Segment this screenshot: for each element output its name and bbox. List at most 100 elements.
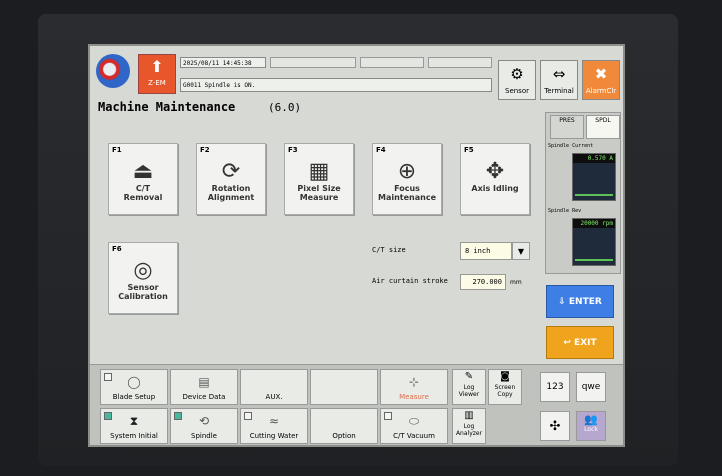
blade-setup-button[interactable]: ◯ Blade Setup [100, 369, 168, 405]
chevron-down-icon[interactable]: ▼ [512, 242, 530, 260]
system-initial-button[interactable]: ⧗ System Initial [100, 408, 168, 444]
cutting-water-label: Cutting Water [249, 432, 299, 440]
axis-idling-icon: ✥ [485, 159, 505, 184]
terminal-label: Terminal [544, 87, 574, 95]
status-indicator [384, 412, 392, 420]
f5-axis-idling-button[interactable]: F5 ✥ Axis Idling [460, 143, 530, 215]
f6-sensor-calibration-button[interactable]: F6 ◎ Sensor Calibration [108, 242, 178, 314]
fkey-label: Focus Maintenance [377, 184, 436, 202]
sensor-label: Sensor [505, 87, 529, 95]
fkey-label: C/T Removal [123, 184, 163, 202]
log-analyzer-button[interactable]: ▥ Log Analyzer [452, 408, 486, 444]
camera-icon: ◙ [500, 371, 510, 382]
air-curtain-unit: mm [510, 279, 522, 286]
fkey-code: F2 [200, 146, 210, 154]
arrow-down-icon: ⇩ [558, 297, 566, 307]
spindle-current-gauge: 0.570 A [572, 153, 616, 201]
tab-spdl[interactable]: SPDL [586, 115, 620, 139]
spindle-rev-label: Spindle Rev [548, 208, 582, 214]
air-curtain-stroke-input[interactable]: 270.000 [460, 274, 506, 290]
chart-icon: ▥ [464, 410, 474, 421]
status-message: G0011 Spindle is ON. [180, 78, 492, 92]
alarm-clear-button[interactable]: ✖ AlarmClr [582, 60, 620, 100]
log-viewer-icon: ✎ [464, 371, 474, 382]
exit-label: EXIT [574, 338, 597, 348]
return-icon: ↩ [563, 338, 571, 348]
zem-button[interactable]: ⬆ Z-EM [138, 54, 176, 94]
cutting-water-button[interactable]: ≈ Cutting Water [240, 408, 308, 444]
lock-button[interactable]: 👥 Lock [576, 411, 606, 441]
enter-label: ENTER [568, 297, 602, 307]
spindle-label: Spindle [191, 432, 217, 440]
device-data-label: Device Data [182, 393, 226, 401]
ct-size-select[interactable]: 8 inch [460, 242, 512, 260]
ct-vacuum-button[interactable]: ⬭ C/T Vacuum [380, 408, 448, 444]
f1-ct-removal-button[interactable]: F1 ⏏ C/T Removal [108, 143, 178, 215]
option-button[interactable]: Option [310, 408, 378, 444]
spindle-current-value: 0.570 [587, 155, 606, 162]
fkey-code: F3 [288, 146, 298, 154]
screen-copy-label: Screen Copy [494, 384, 516, 398]
terminal-button[interactable]: ⇔ Terminal [540, 60, 578, 100]
alarm-icon: ✖ [594, 65, 608, 83]
tab-pres[interactable]: PRES [550, 115, 584, 139]
log-viewer-button[interactable]: ✎ Log Viewer [452, 369, 486, 405]
status-indicator [104, 412, 112, 420]
fkey-code: F1 [112, 146, 122, 154]
f4-focus-maintenance-button[interactable]: F4 ⊕ Focus Maintenance [372, 143, 442, 215]
fkey-label: Axis Idling [471, 184, 519, 193]
option-label: Option [332, 432, 356, 440]
device-data-button[interactable]: ▤ Device Data [170, 369, 238, 405]
log-analyzer-label: Log Analyzer [455, 423, 483, 437]
measure-icon: ⊹ [408, 375, 420, 389]
focus-icon: ⊕ [397, 159, 417, 184]
terminal-icon: ⇔ [552, 65, 566, 83]
sensor-icon: ⚙ [510, 65, 524, 83]
exit-button[interactable]: ↩ EXIT [546, 326, 614, 359]
header-field [360, 57, 424, 68]
move-cursor-icon[interactable]: ✣ [540, 411, 570, 441]
screen-copy-button[interactable]: ◙ Screen Copy [488, 369, 522, 405]
blade-setup-label: Blade Setup [112, 393, 156, 401]
header-field [428, 57, 492, 68]
gauge-bar [575, 259, 613, 261]
device-data-icon: ▤ [198, 375, 210, 389]
zem-label: Z-EM [148, 79, 166, 87]
fkey-label: Sensor Calibration [118, 283, 168, 301]
ct-vacuum-label: C/T Vacuum [393, 432, 435, 440]
empty-slot-button[interactable] [310, 369, 378, 405]
ct-size-label: C/T size [372, 246, 406, 254]
arrow-up-icon: ⬆ [150, 57, 164, 76]
spindle-rev-value: 20000 [580, 220, 599, 227]
spindle-button[interactable]: ⟲ Spindle [170, 408, 238, 444]
spindle-monitor-panel: PRES SPDL Spindle Current 0.570 A Spindl… [545, 112, 621, 274]
alpha-keyboard-button[interactable]: qwe [576, 372, 606, 402]
aux-label: AUX. [265, 393, 283, 401]
fkey-code: F4 [376, 146, 386, 154]
page-title: Machine Maintenance [98, 100, 236, 114]
numeric-keyboard-button[interactable]: 123 [540, 372, 570, 402]
alarm-label: AlarmClr [585, 87, 617, 95]
log-viewer-label: Log Viewer [458, 384, 480, 398]
spindle-current-label: Spindle Current [548, 143, 594, 149]
status-indicator [174, 412, 182, 420]
enter-button[interactable]: ⇩ ENTER [546, 285, 614, 318]
sensor-button[interactable]: ⚙ Sensor [498, 60, 536, 100]
fkey-code: F5 [464, 146, 474, 154]
status-indicator [104, 373, 112, 381]
disco-logo-icon [96, 54, 130, 88]
measure-button[interactable]: ⊹ Measure [380, 369, 448, 405]
bottom-menu-bar: ◯ Blade Setup ▤ Device Data AUX. ⊹ Measu… [90, 364, 623, 445]
measure-label: Measure [399, 393, 429, 401]
page-version: (6.0) [268, 101, 302, 114]
fkey-label: Pixel Size Measure [297, 184, 341, 202]
pixel-grid-icon: ▦ [308, 159, 330, 184]
aux-button[interactable]: AUX. [240, 369, 308, 405]
system-initial-label: System Initial [110, 432, 158, 440]
header-field [270, 57, 356, 68]
f3-pixel-size-measure-button[interactable]: F3 ▦ Pixel Size Measure [284, 143, 354, 215]
f2-rotation-alignment-button[interactable]: F2 ⟳ Rotation Alignment [196, 143, 266, 215]
air-curtain-label: Air curtain stroke [372, 277, 448, 285]
rotation-alignment-icon: ⟳ [221, 159, 241, 184]
status-indicator [244, 412, 252, 420]
